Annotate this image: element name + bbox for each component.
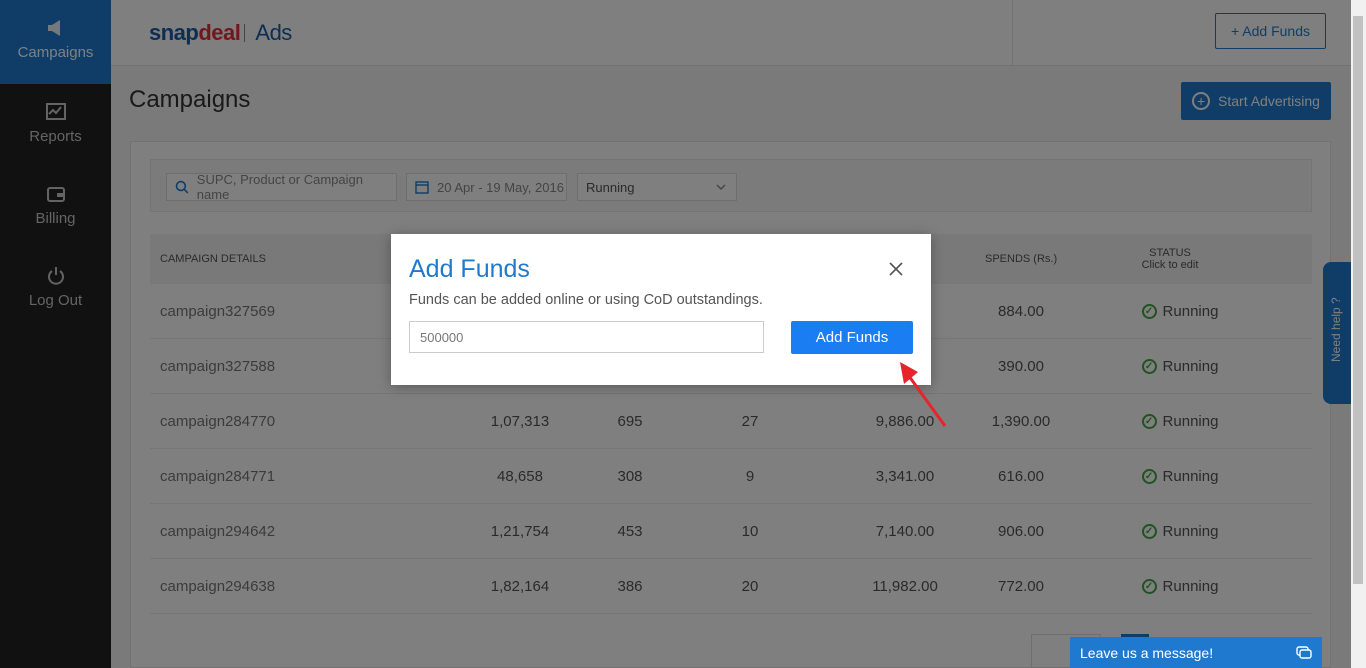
add-funds-submit-button[interactable]: Add Funds: [791, 321, 913, 354]
add-funds-modal: Add Funds Funds can be added online or u…: [391, 234, 931, 385]
modal-title: Add Funds: [409, 255, 530, 283]
chat-label: Leave us a message!: [1080, 644, 1214, 661]
amount-input[interactable]: [409, 321, 764, 353]
chat-bubble-icon: [1296, 645, 1312, 659]
chat-widget[interactable]: Leave us a message!: [1070, 637, 1322, 668]
modal-subtitle: Funds can be added online or using CoD o…: [409, 292, 763, 308]
red-arrow-annotation: [900, 362, 947, 427]
scrollbar-thumb[interactable]: [1353, 16, 1363, 584]
close-icon[interactable]: [884, 257, 908, 281]
